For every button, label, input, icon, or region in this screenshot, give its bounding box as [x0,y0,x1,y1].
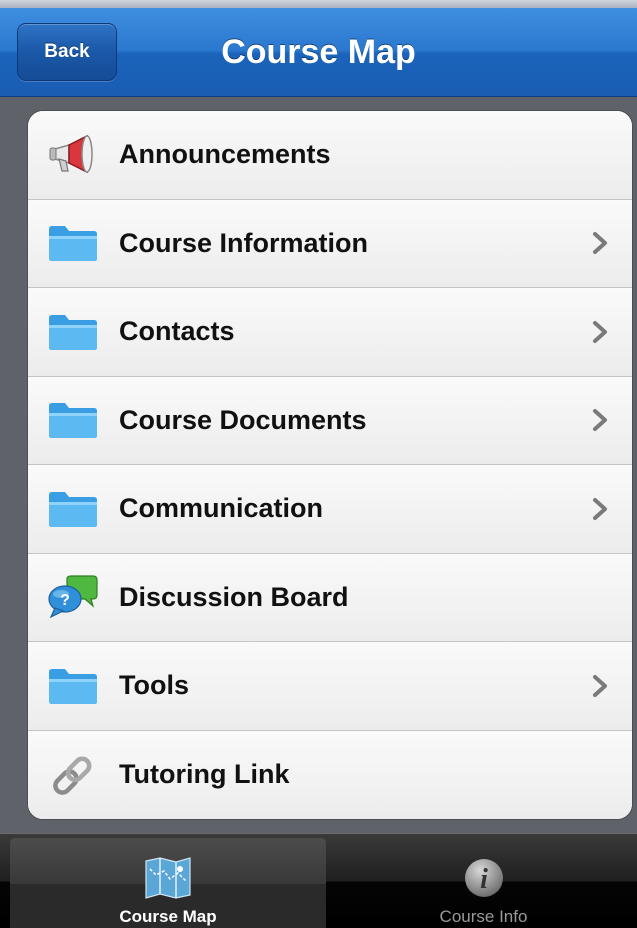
list-item-label: Announcements [119,139,331,170]
tab-label: Course Map [119,907,217,926]
list-item-discussion-board[interactable]: ? Discussion Board [28,553,632,642]
list-item-tools[interactable]: Tools [28,642,632,731]
info-icon: i [459,855,509,901]
tab-label: Course Info [439,907,528,926]
tab-bar: Course Map i Course Info [0,833,637,928]
folder-icon [47,310,99,354]
chevron-right-icon [593,232,607,255]
folder-icon [47,221,99,265]
navigation-bar: Back Course Map [0,8,637,97]
tab-course-info[interactable]: i Course Info [330,838,637,928]
chain-link-icon [47,753,99,797]
list-item-tutoring-link[interactable]: Tutoring Link [28,730,632,819]
list-item-contacts[interactable]: Contacts [28,288,632,377]
chevron-right-icon [593,674,607,697]
chevron-right-icon [593,497,607,520]
folder-icon [47,664,99,708]
status-strip [0,0,637,8]
back-button[interactable]: Back [17,23,117,81]
list-item-label: Course Documents [119,404,367,435]
list-item-label: Tools [119,670,189,701]
chevron-right-icon [593,409,607,432]
list-item-label: Contacts [119,316,235,347]
megaphone-icon [47,133,99,177]
folder-icon [47,398,99,442]
svg-text:i: i [480,864,488,895]
list-item-label: Course Information [119,227,369,258]
list-item-label: Communication [119,493,324,524]
svg-text:?: ? [60,592,70,609]
map-icon [143,855,193,901]
chevron-right-icon [593,320,607,343]
list-item-course-information[interactable]: Course Information [28,199,632,288]
speech-bubbles-icon: ? [47,575,99,619]
folder-icon [47,487,99,531]
course-map-list: Announcements Course Information Contact… [27,110,633,820]
list-item-label: Discussion Board [119,581,349,612]
list-item-course-documents[interactable]: Course Documents [28,376,632,465]
list-item-announcements[interactable]: Announcements [28,111,632,200]
page-title: Course Map [221,33,416,71]
list-item-label: Tutoring Link [119,759,290,790]
list-item-communication[interactable]: Communication [28,465,632,554]
content-area: Announcements Course Information Contact… [0,98,637,833]
tab-course-map[interactable]: Course Map [10,838,326,928]
